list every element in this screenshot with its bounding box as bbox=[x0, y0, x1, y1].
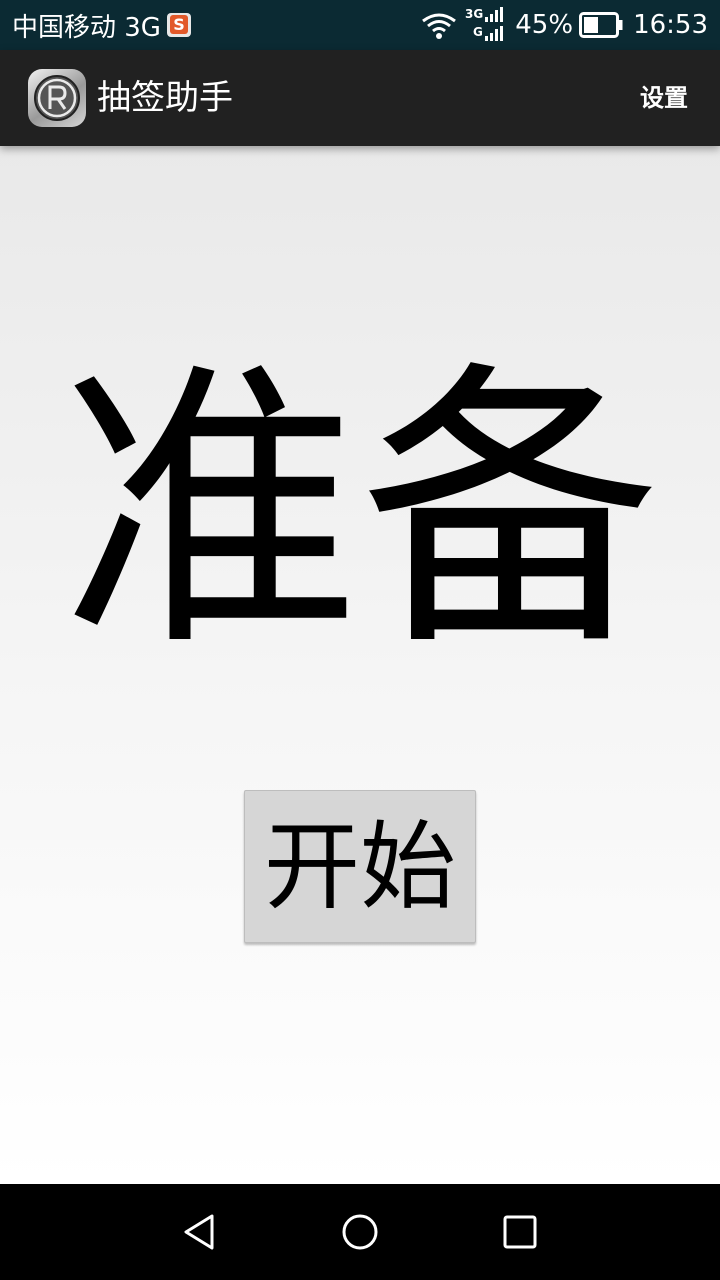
action-bar: 抽签助手 设置 bbox=[0, 50, 720, 146]
registered-trademark-icon bbox=[28, 69, 86, 127]
battery-percent: 45% bbox=[515, 10, 574, 40]
clock: 16:53 bbox=[633, 10, 708, 40]
network-type-bottom: G bbox=[473, 25, 483, 39]
app-title: 抽签助手 bbox=[97, 78, 233, 118]
navigation-bar bbox=[0, 1184, 720, 1280]
main-content: 准备 开始 bbox=[0, 146, 720, 1184]
home-icon[interactable] bbox=[340, 1212, 380, 1252]
battery-icon bbox=[579, 12, 623, 38]
status-right: 3G G 45% 16:53 bbox=[421, 0, 708, 50]
screen: 中国移动 3G 3G G 45% bbox=[0, 0, 720, 1280]
signal-icon: 3G G bbox=[465, 7, 504, 41]
status-left: 中国移动 3G bbox=[12, 0, 191, 50]
network-type-top: 3G bbox=[465, 7, 483, 21]
draw-result-text: 准备 bbox=[60, 337, 660, 686]
recent-apps-icon[interactable] bbox=[500, 1212, 540, 1252]
wifi-icon bbox=[422, 13, 457, 39]
start-button[interactable]: 开始 bbox=[244, 790, 476, 943]
carrier-label: 中国移动 3G bbox=[12, 12, 161, 43]
status-bar: 中国移动 3G 3G G 45% bbox=[0, 0, 720, 50]
back-icon[interactable] bbox=[180, 1212, 220, 1252]
settings-button[interactable]: 设置 bbox=[640, 50, 688, 146]
sohu-icon bbox=[166, 13, 191, 37]
